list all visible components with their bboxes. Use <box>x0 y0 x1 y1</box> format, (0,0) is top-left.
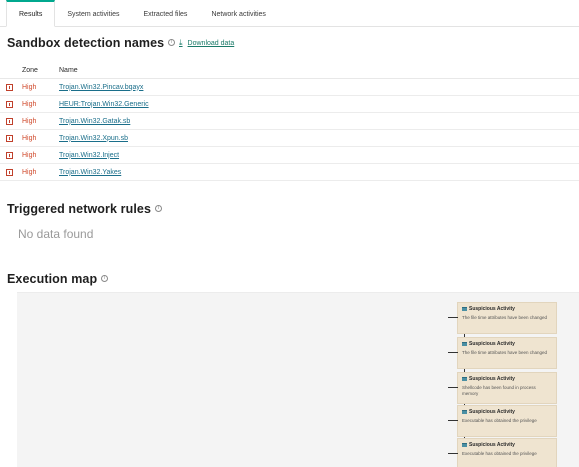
tab-network-activities[interactable]: Network activities <box>199 0 277 26</box>
download-icon: ⤓ <box>179 38 183 47</box>
table-row: High HEUR:Trojan.Win32.Generic <box>0 96 579 113</box>
activity-card[interactable]: Suspicious Activity Executable has obtai… <box>448 405 557 437</box>
tab-system-activities[interactable]: System activities <box>55 0 131 26</box>
detection-name-link[interactable]: Trojan.Win32.Inject <box>59 152 119 159</box>
zone-cell: High <box>22 83 37 91</box>
table-row: High Trojan.Win32.Xpun.sb <box>0 130 579 147</box>
card-title: Suspicious Activity <box>469 442 515 448</box>
table-row: High Trojan.Win32.Gatak.sb <box>0 113 579 130</box>
execution-map-canvas[interactable]: Suspicious Activity The file time attrib… <box>17 292 579 467</box>
table-row: High Trojan.Win32.Inject <box>0 147 579 164</box>
card-description: The file time attributes have been chang… <box>462 315 548 320</box>
network-rules-title: Triggered network rules <box>7 202 152 216</box>
detection-name-link[interactable]: Trojan.Win32.Yakes <box>59 169 121 176</box>
detections-table: Zone Name High Trojan.Win32.Pincav.bqayx… <box>0 62 579 181</box>
table-header: Zone Name <box>0 62 579 79</box>
card-description: Shellcode has been found in process memo… <box>462 385 536 396</box>
severity-high-icon <box>6 83 13 91</box>
detection-name-link[interactable]: Trojan.Win32.Xpun.sb <box>59 135 128 142</box>
info-icon[interactable]: i <box>101 275 109 283</box>
card-description: The file time attributes have been chang… <box>462 350 548 355</box>
tab-extracted-files[interactable]: Extracted files <box>131 0 199 26</box>
activity-icon <box>462 443 467 447</box>
activity-card[interactable]: Suspicious Activity Executable has obtai… <box>448 438 557 467</box>
tab-bar: Results System activities Extracted file… <box>0 0 579 27</box>
zone-cell: High <box>22 100 37 108</box>
card-description: Executable has obtained the privilege <box>462 418 537 423</box>
severity-high-icon <box>6 168 13 176</box>
card-title: Suspicious Activity <box>469 376 515 382</box>
severity-high-icon <box>6 151 13 159</box>
column-name: Name <box>59 66 78 74</box>
activity-card[interactable]: Suspicious Activity The file time attrib… <box>448 337 557 369</box>
detection-name-link[interactable]: HEUR:Trojan.Win32.Generic <box>59 101 149 108</box>
zone-cell: High <box>22 168 37 176</box>
activity-icon <box>462 307 467 311</box>
activity-card[interactable]: Suspicious Activity Shellcode has been f… <box>448 372 557 404</box>
table-row: High Trojan.Win32.Pincav.bqayx <box>0 79 579 96</box>
zone-cell: High <box>22 134 37 142</box>
column-zone: Zone <box>22 66 38 74</box>
detection-name-link[interactable]: Trojan.Win32.Pincav.bqayx <box>59 84 143 91</box>
detection-name-link[interactable]: Trojan.Win32.Gatak.sb <box>59 118 130 125</box>
activity-icon <box>462 342 467 346</box>
network-rules-heading: Triggered network rules i <box>7 202 163 216</box>
execution-map-heading: Execution map i <box>7 272 109 286</box>
info-icon[interactable]: i <box>155 205 163 213</box>
activity-icon <box>462 410 467 414</box>
card-title: Suspicious Activity <box>469 409 515 415</box>
card-title: Suspicious Activity <box>469 341 515 347</box>
severity-high-icon <box>6 100 13 108</box>
tab-results[interactable]: Results <box>6 0 56 27</box>
execution-map-title: Execution map <box>7 272 98 286</box>
severity-high-icon <box>6 134 13 142</box>
download-data-link[interactable]: ⤓ Download data <box>179 38 234 48</box>
zone-cell: High <box>22 117 37 125</box>
activity-card[interactable]: Suspicious Activity The file time attrib… <box>448 302 557 334</box>
severity-high-icon <box>6 117 13 125</box>
no-data-text: No data found <box>18 227 94 241</box>
detections-title: Sandbox detection names <box>7 36 165 50</box>
table-row: High Trojan.Win32.Yakes <box>0 164 579 181</box>
activity-icon <box>462 377 467 381</box>
info-icon[interactable]: i <box>168 39 176 47</box>
card-description: Executable has obtained the privilege <box>462 451 537 456</box>
card-title: Suspicious Activity <box>469 306 515 312</box>
zone-cell: High <box>22 151 37 159</box>
download-data-label: Download data <box>187 39 235 47</box>
detections-heading: Sandbox detection names i <box>7 36 176 50</box>
